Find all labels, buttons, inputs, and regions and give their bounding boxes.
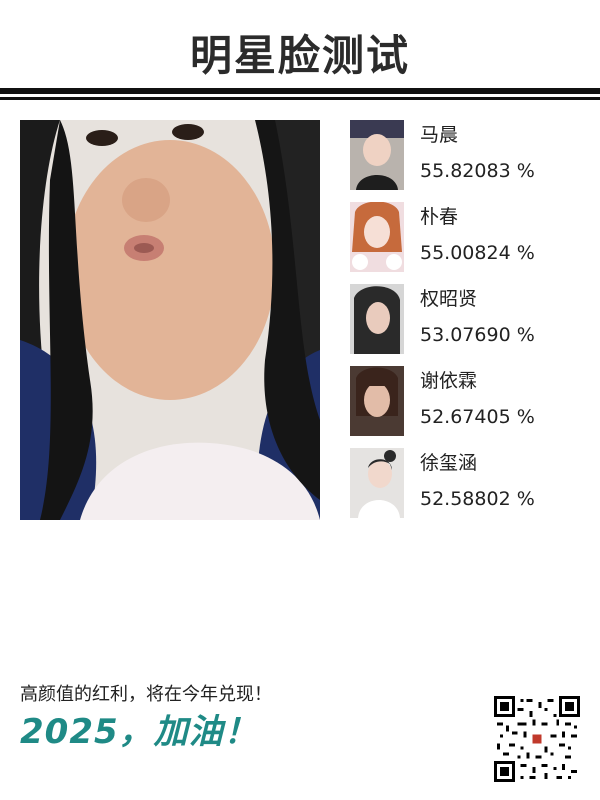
celebrity-portrait-icon bbox=[350, 284, 404, 354]
celebrity-portrait-icon bbox=[350, 202, 404, 272]
result-item-1[interactable]: 马晨 55.82083 % bbox=[350, 120, 590, 202]
celebrity-name: 谢依霖 bbox=[420, 370, 478, 392]
user-photo-illustration bbox=[20, 120, 320, 520]
qr-code[interactable] bbox=[494, 696, 580, 782]
celebrity-name: 权昭贤 bbox=[420, 288, 478, 310]
celebrity-name: 徐玺涵 bbox=[420, 452, 478, 474]
footer-slogan: 高颜值的红利，将在今年兑现！ bbox=[20, 684, 272, 705]
page-title: 明星脸测试 bbox=[189, 31, 410, 80]
celebrity-portrait-icon bbox=[350, 120, 404, 190]
similarity-score: 55.82083 % bbox=[420, 160, 535, 182]
celebrity-thumbnail bbox=[350, 202, 404, 272]
similarity-score: 53.07690 % bbox=[420, 324, 535, 346]
celebrity-portrait-icon bbox=[350, 366, 404, 436]
similarity-score: 55.00824 % bbox=[420, 242, 535, 264]
result-page: 明星脸测试 马晨 55.82083 % 朴春 55.00824 % 权昭贤 53… bbox=[0, 0, 600, 800]
celebrity-name: 朴春 bbox=[420, 206, 459, 228]
celebrity-thumbnail bbox=[350, 366, 404, 436]
lookalike-results: 马晨 55.82083 % 朴春 55.00824 % 权昭贤 53.07690… bbox=[350, 120, 590, 530]
qr-code-icon bbox=[494, 696, 580, 782]
similarity-score: 52.58802 % bbox=[420, 488, 535, 510]
user-photo bbox=[20, 120, 320, 520]
result-item-2[interactable]: 朴春 55.00824 % bbox=[350, 202, 590, 284]
celebrity-name: 马晨 bbox=[420, 124, 459, 146]
celebrity-thumbnail bbox=[350, 284, 404, 354]
result-item-4[interactable]: 谢依霖 52.67405 % bbox=[350, 366, 590, 448]
footer-cta: 2025，加油！ bbox=[20, 712, 259, 752]
header-divider-thin bbox=[0, 97, 600, 100]
result-item-3[interactable]: 权昭贤 53.07690 % bbox=[350, 284, 590, 366]
similarity-score: 52.67405 % bbox=[420, 406, 535, 428]
celebrity-thumbnail bbox=[350, 120, 404, 190]
header-divider-thick bbox=[0, 88, 600, 94]
celebrity-portrait-icon bbox=[350, 448, 404, 518]
celebrity-thumbnail bbox=[350, 448, 404, 518]
result-item-5[interactable]: 徐玺涵 52.58802 % bbox=[350, 448, 590, 530]
